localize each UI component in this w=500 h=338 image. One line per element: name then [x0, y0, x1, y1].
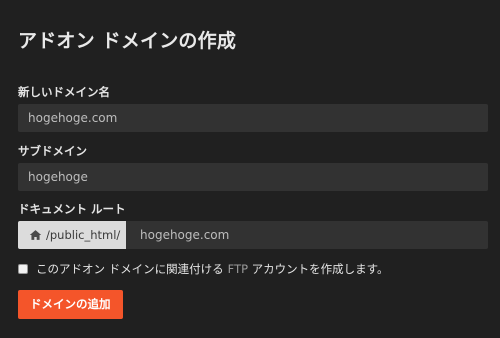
document-root-group: /public_html/ — [18, 221, 488, 249]
page-title: アドオン ドメインの作成 — [18, 30, 237, 52]
document-root-label: ドキュメント ルート — [18, 202, 126, 216]
document-root-prefix-text: /public_html/ — [46, 228, 121, 242]
ftp-option-text-after: アカウントを作成します。 — [248, 262, 389, 276]
new-domain-label: 新しいドメイン名 — [18, 85, 110, 99]
new-domain-input[interactable] — [18, 104, 488, 132]
subdomain-label: サブドメイン — [18, 144, 87, 158]
ftp-option-text-before: このアドオン ドメインに関連付ける — [36, 262, 224, 276]
ftp-account-checkbox[interactable] — [18, 264, 28, 274]
ftp-account-option[interactable]: このアドオン ドメインに関連付ける FTP アカウントを作成します。 — [18, 261, 389, 277]
document-root-prefix: /public_html/ — [18, 221, 126, 249]
home-icon — [29, 230, 42, 240]
ftp-option-text-ftp: FTP — [227, 262, 249, 276]
subdomain-input[interactable] — [18, 163, 488, 191]
add-domain-button[interactable]: ドメインの追加 — [18, 290, 123, 319]
document-root-input[interactable] — [126, 221, 488, 249]
